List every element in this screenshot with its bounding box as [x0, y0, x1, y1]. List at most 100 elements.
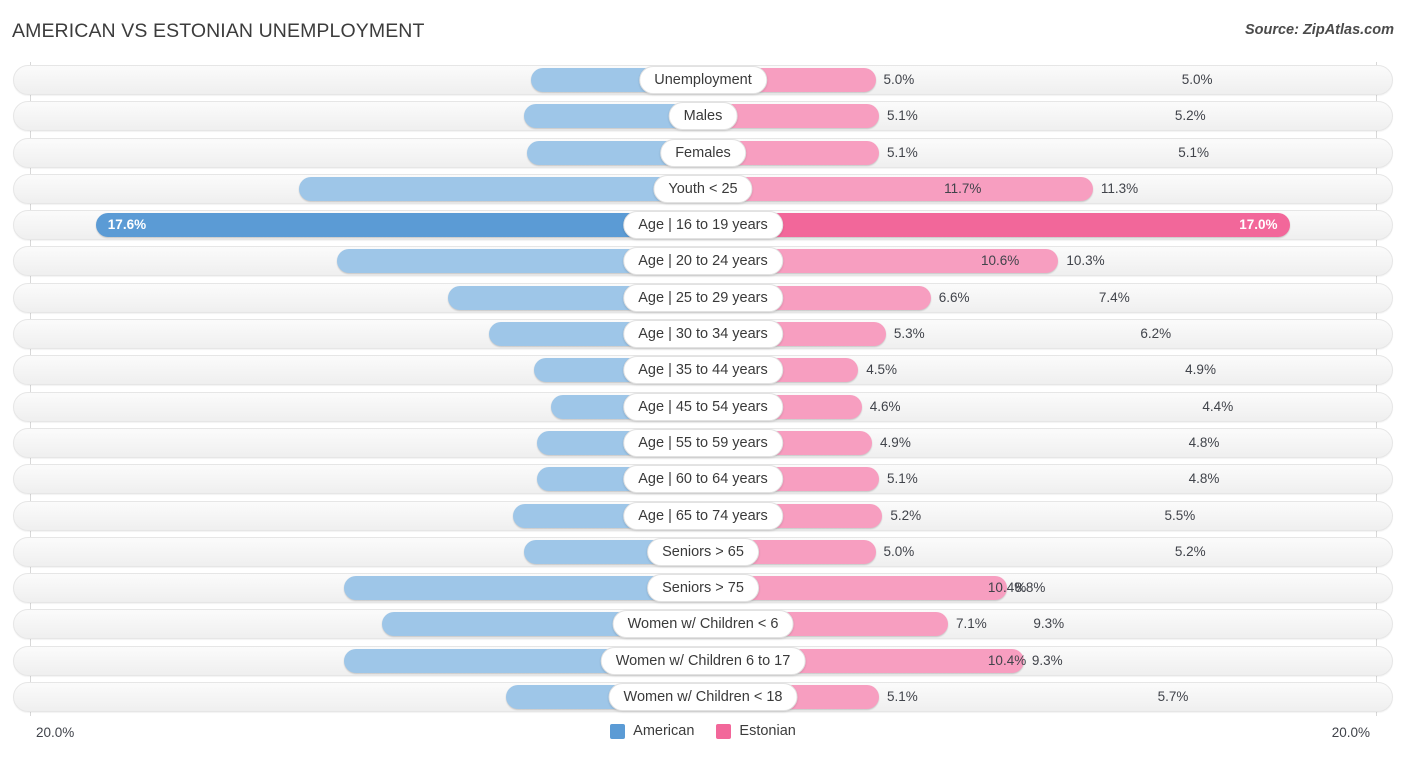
legend-swatch-icon — [716, 723, 732, 739]
row-category-label[interactable]: Females — [660, 138, 746, 167]
legend-item[interactable]: Estonian — [716, 723, 796, 739]
row-bars: 9.3% 7.1% Women w/ Children < 6 — [13, 609, 1393, 639]
value-label-american: 5.7% — [1157, 689, 1189, 705]
row-bars: 4.4% 4.6% Age | 45 to 54 years — [13, 392, 1393, 422]
value-label-estonian: 17.0% — [1239, 217, 1278, 233]
row-bars: 5.0% 5.0% Unemployment — [13, 65, 1393, 95]
value-label-estonian: 4.9% — [880, 434, 911, 450]
row-bars: 5.1% 5.1% Females — [13, 138, 1393, 168]
value-label-estonian: 5.0% — [883, 72, 915, 87]
value-label-american: 5.5% — [1164, 507, 1196, 523]
value-label-american: 9.3% — [1033, 616, 1065, 632]
value-label-american: 5.2% — [1174, 108, 1206, 124]
value-label-estonian: 5.1% — [886, 144, 918, 160]
chart-row: 4.8% 5.1% Age | 60 to 64 years — [0, 461, 1406, 497]
row-category-label[interactable]: Age | 20 to 24 years — [623, 247, 783, 276]
chart-footer: 20.0% 20.0% American Estonian — [0, 716, 1406, 757]
legend-item[interactable]: American — [610, 723, 694, 739]
legend-swatch-icon — [610, 723, 626, 739]
chart-row: 5.2% 5.0% Seniors > 65 — [0, 534, 1406, 570]
row-category-label[interactable]: Youth < 25 — [653, 174, 753, 203]
row-category-label[interactable]: Unemployment — [639, 66, 767, 94]
value-label-estonian: 5.0% — [883, 543, 915, 559]
value-label-american: 5.2% — [1174, 543, 1206, 559]
row-category-label[interactable]: Males — [668, 102, 738, 131]
row-category-label[interactable]: Seniors > 75 — [647, 574, 759, 603]
row-category-label[interactable]: Age | 30 to 34 years — [623, 320, 783, 349]
value-label-estonian: 4.6% — [869, 398, 901, 414]
chart-page: AMERICAN VS ESTONIAN UNEMPLOYMENT Source… — [0, 0, 1406, 757]
row-bars: 4.9% 4.5% Age | 35 to 44 years — [13, 355, 1393, 385]
bar-estonian[interactable] — [703, 213, 1290, 238]
value-label-american: 11.7% — [944, 180, 982, 196]
value-label-estonian: 5.1% — [886, 471, 918, 487]
chart-row: 6.2% 5.3% Age | 30 to 34 years — [0, 316, 1406, 352]
value-label-american: 5.0% — [1181, 72, 1213, 87]
row-category-label[interactable]: Age | 60 to 64 years — [623, 465, 783, 494]
bar-american[interactable] — [95, 213, 703, 238]
row-category-label[interactable]: Age | 16 to 19 years — [623, 211, 783, 240]
source-attribution: Source: ZipAtlas.com — [1244, 22, 1394, 38]
row-bars: 17.6% 17.0% Age | 16 to 19 years — [13, 210, 1393, 240]
chart-row: 5.1% 5.1% Females — [0, 135, 1406, 171]
value-label-estonian: 11.3% — [1100, 180, 1139, 196]
chart-header: AMERICAN VS ESTONIAN UNEMPLOYMENT Source… — [0, 0, 1406, 62]
value-label-american: 4.4% — [1202, 398, 1234, 414]
value-label-estonian: 8.8% — [1014, 580, 1046, 596]
chart-row: 5.0% 5.0% Unemployment — [0, 62, 1406, 98]
bar-estonian[interactable] — [703, 176, 1093, 201]
value-label-american: 5.1% — [1178, 144, 1210, 160]
chart-row: 9.3% 7.1% Women w/ Children < 6 — [0, 606, 1406, 642]
value-label-american: 10.6% — [981, 253, 1020, 269]
row-category-label[interactable]: Age | 25 to 29 years — [623, 283, 783, 312]
value-label-american: 4.8% — [1188, 471, 1220, 487]
chart-row: 10.6% 10.3% Age | 20 to 24 years — [0, 243, 1406, 279]
row-category-label[interactable]: Women w/ Children < 18 — [608, 683, 798, 712]
row-category-label[interactable]: Women w/ Children < 6 — [612, 610, 794, 639]
chart-row: 4.8% 4.9% Age | 55 to 59 years — [0, 425, 1406, 461]
page-title: AMERICAN VS ESTONIAN UNEMPLOYMENT — [12, 20, 425, 42]
value-label-estonian: 5.1% — [886, 108, 918, 124]
row-category-label[interactable]: Seniors > 65 — [647, 537, 759, 566]
value-label-american: 7.4% — [1098, 289, 1130, 305]
row-bars: 5.2% 5.1% Males — [13, 101, 1393, 131]
row-category-label[interactable]: Age | 55 to 59 years — [623, 428, 783, 457]
chart-row: 4.9% 4.5% Age | 35 to 44 years — [0, 352, 1406, 388]
chart-row: 4.4% 4.6% Age | 45 to 54 years — [0, 389, 1406, 425]
chart-row: 10.4% 9.3% Women w/ Children 6 to 17 — [0, 643, 1406, 679]
chart-row: 17.6% 17.0% Age | 16 to 19 years — [0, 207, 1406, 243]
row-bars: 5.5% 5.2% Age | 65 to 74 years — [13, 501, 1393, 531]
row-category-label[interactable]: Women w/ Children 6 to 17 — [600, 646, 806, 675]
chart-plot-area: 5.0% 5.0% Unemployment 5.2% 5.1% Males 5.1% 5.1… — [0, 62, 1406, 716]
row-bars: 10.4% 9.3% Women w/ Children 6 to 17 — [13, 646, 1393, 676]
row-bars: 6.2% 5.3% Age | 30 to 34 years — [13, 319, 1393, 349]
bar-american[interactable] — [299, 176, 703, 201]
chart-row: 5.7% 5.1% Women w/ Children < 18 — [0, 679, 1406, 715]
row-bars: 10.6% 10.3% Age | 20 to 24 years — [13, 246, 1393, 276]
chart-rows: 5.0% 5.0% Unemployment 5.2% 5.1% Males 5.1% 5.1… — [0, 62, 1406, 715]
row-bars: 7.4% 6.6% Age | 25 to 29 years — [13, 283, 1393, 313]
row-category-label[interactable]: Age | 65 to 74 years — [623, 501, 783, 530]
row-bars: 11.7% 11.3% Youth < 25 — [13, 174, 1393, 204]
value-label-american: 6.2% — [1140, 326, 1172, 342]
value-label-estonian: 10.3% — [1066, 253, 1105, 269]
value-label-estonian: 5.2% — [890, 507, 922, 523]
row-bars: 5.2% 5.0% Seniors > 65 — [13, 537, 1393, 567]
value-label-estonian: 5.1% — [886, 689, 918, 705]
value-label-american: 17.6% — [107, 217, 147, 233]
value-label-estonian: 7.1% — [955, 616, 987, 632]
chart-row: 10.4% 8.8% Seniors > 75 — [0, 570, 1406, 606]
value-label-american: 10.4% — [987, 652, 1027, 668]
row-category-label[interactable]: Age | 35 to 44 years — [623, 356, 783, 385]
chart-row: 5.5% 5.2% Age | 65 to 74 years — [0, 498, 1406, 534]
value-label-estonian: 6.6% — [938, 289, 970, 305]
row-category-label[interactable]: Age | 45 to 54 years — [623, 392, 783, 421]
value-label-american: 4.9% — [1185, 362, 1216, 378]
legend-label: Estonian — [739, 723, 796, 739]
legend-label: American — [633, 723, 695, 739]
chart-row: 11.7% 11.3% Youth < 25 — [0, 171, 1406, 207]
row-bars: 4.8% 4.9% Age | 55 to 59 years — [13, 428, 1393, 458]
value-label-estonian: 5.3% — [893, 326, 925, 342]
value-label-american: 4.8% — [1188, 434, 1220, 450]
row-bars: 10.4% 8.8% Seniors > 75 — [13, 573, 1393, 603]
